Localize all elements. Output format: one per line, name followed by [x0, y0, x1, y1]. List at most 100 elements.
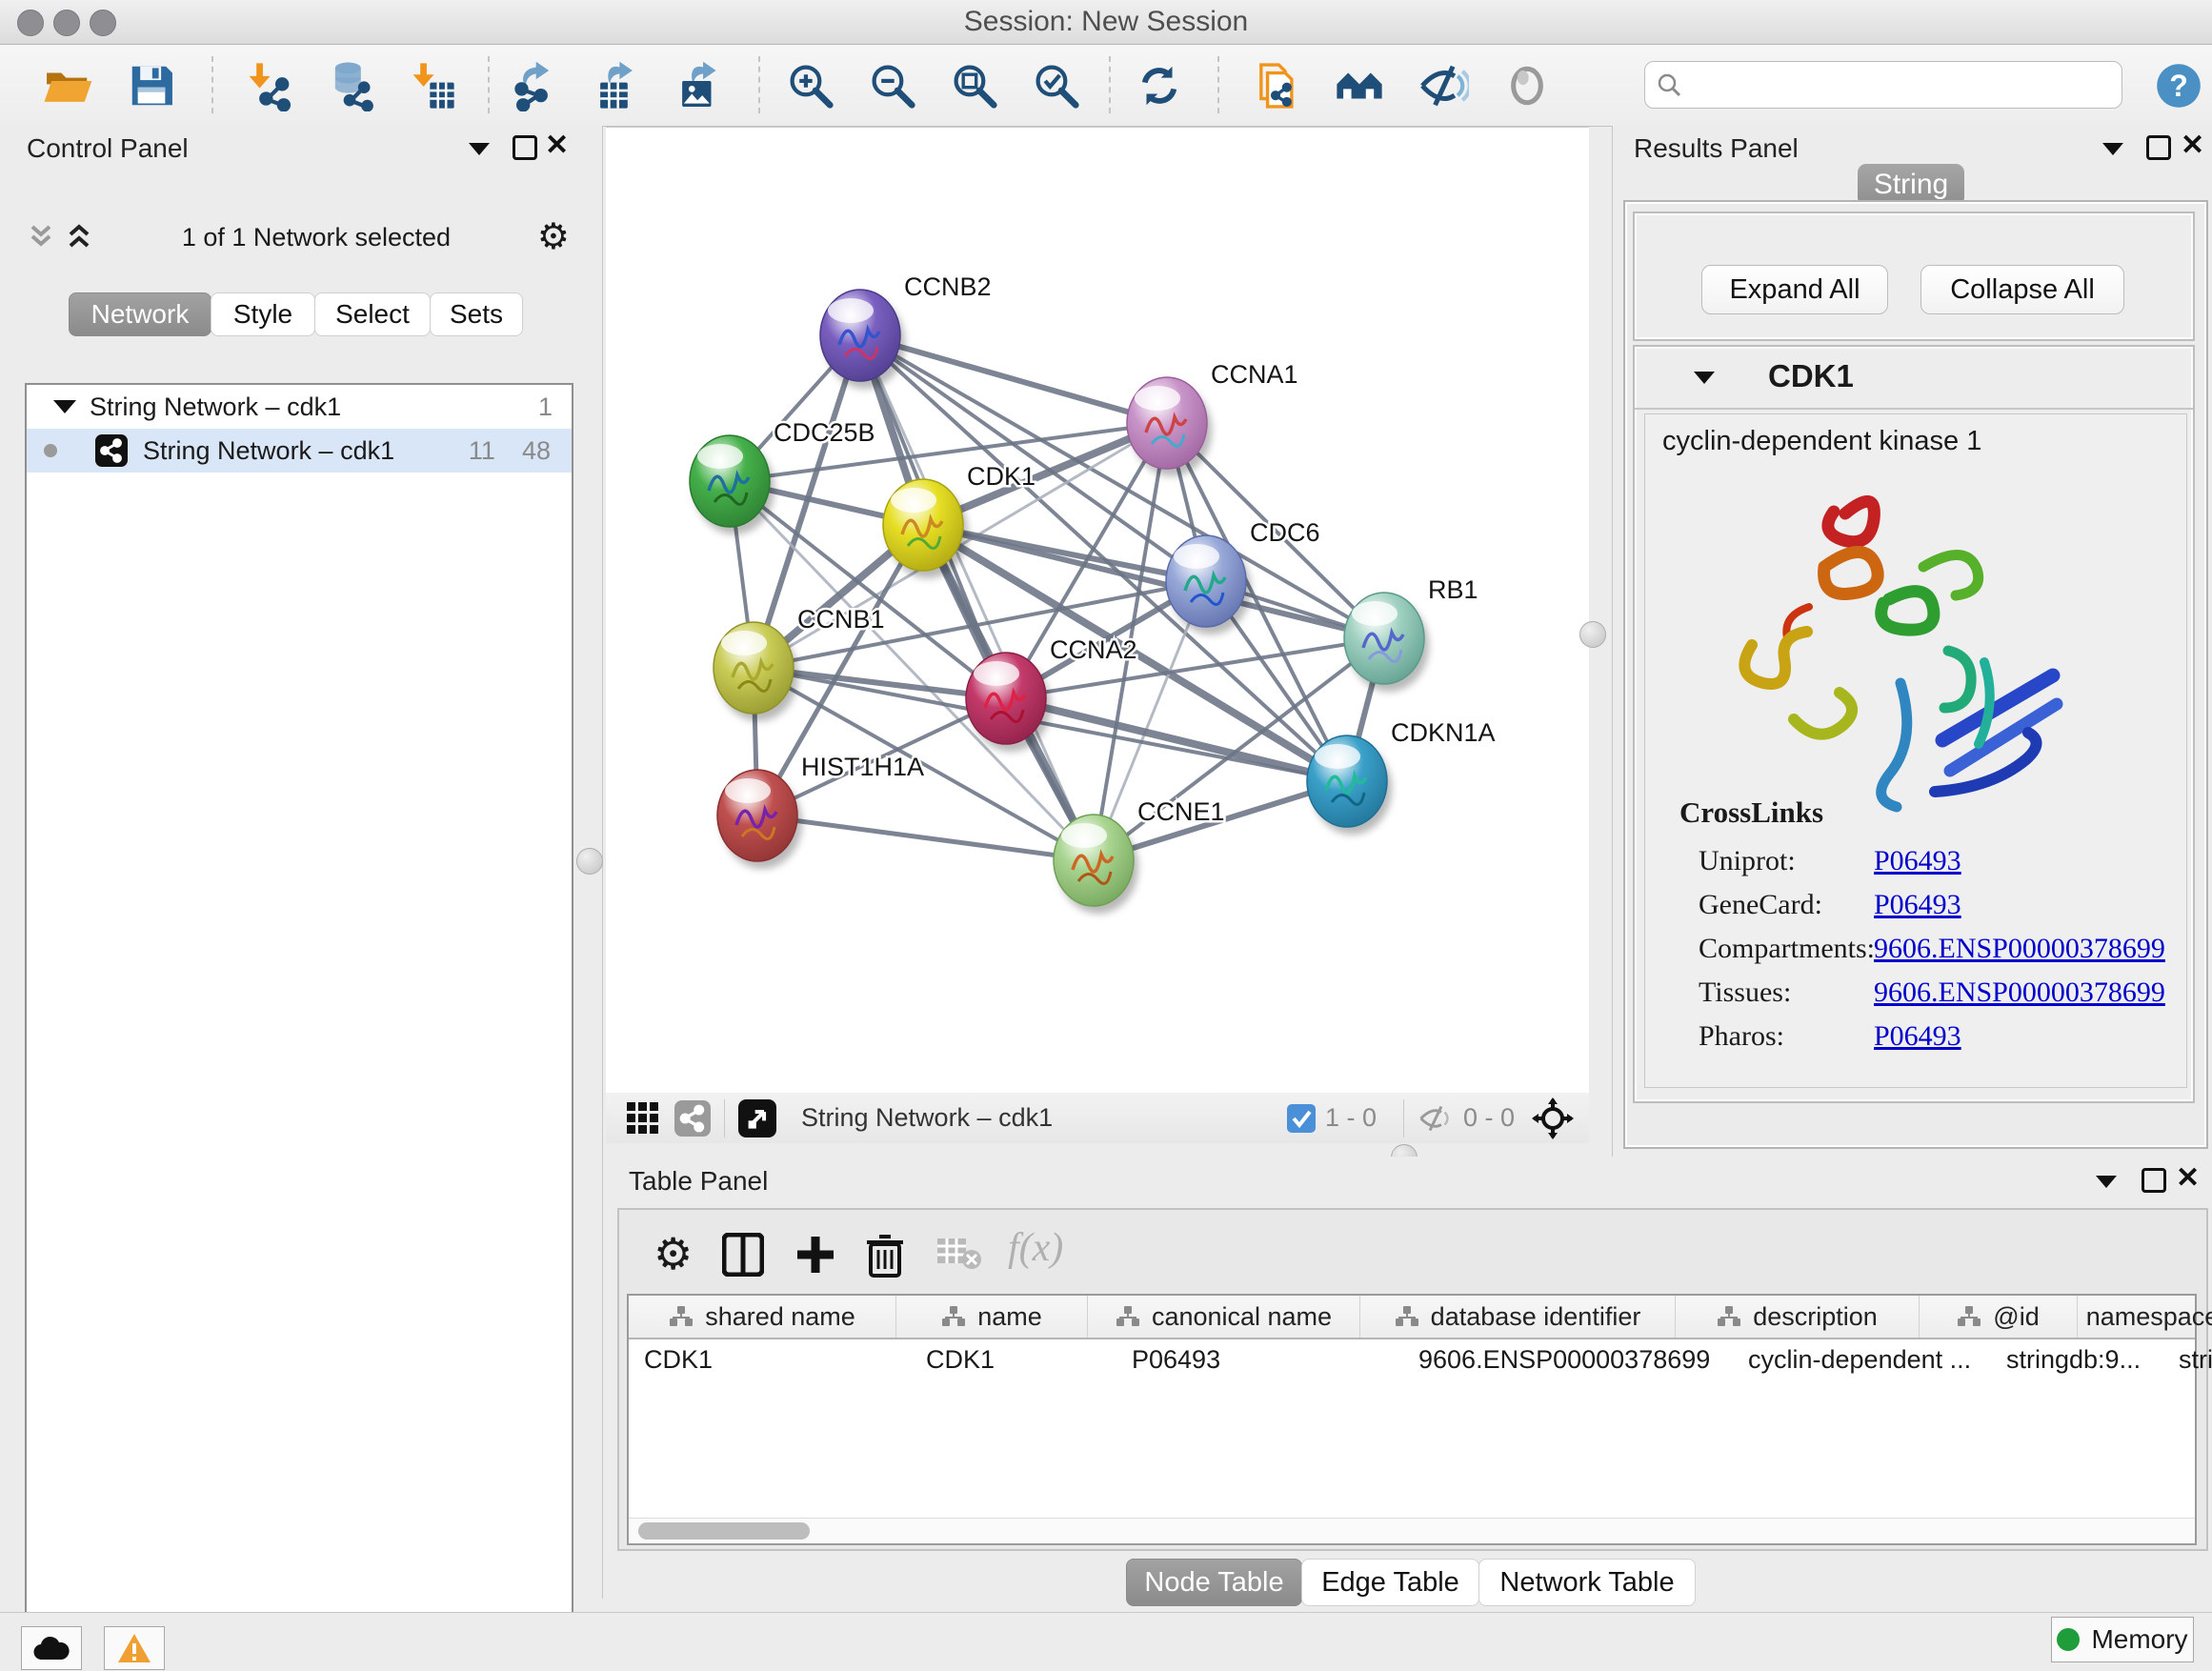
expand-all-chevrons-icon[interactable]	[25, 223, 57, 252]
network-edge[interactable]	[860, 335, 1094, 860]
left-splitter-handle[interactable]	[576, 848, 603, 875]
hide-selected-button[interactable]	[1416, 58, 1471, 113]
network-node-hist1h1a[interactable]: HIST1H1A	[717, 753, 924, 869]
column-header-namespace[interactable]: namespace	[2078, 1296, 2212, 1338]
column-header-name[interactable]: name	[896, 1296, 1088, 1338]
table-row[interactable]: CDK1CDK1P064939606.ENSP00000378699cyclin…	[629, 1339, 2195, 1379]
export-image-icon	[673, 60, 724, 111]
network-collection-row[interactable]: String Network – cdk1 1	[27, 385, 572, 429]
table-panel-float-icon[interactable]	[2142, 1168, 2166, 1193]
control-panel-float-icon[interactable]	[513, 135, 537, 160]
shared-column-icon	[1957, 1305, 1981, 1328]
table-panel-menu-icon[interactable]	[2096, 1176, 2117, 1188]
birds-eye-view-button[interactable]	[738, 1099, 776, 1137]
network-view-icon[interactable]	[674, 1100, 711, 1137]
table-cell[interactable]: stringdb:9...	[1991, 1339, 2163, 1379]
horizontal-scrollbar[interactable]	[629, 1518, 2195, 1543]
table-header-row[interactable]: shared namenamecanonical namedatabase id…	[629, 1296, 2195, 1339]
network-node-ccnb1[interactable]: CCNB1	[714, 605, 885, 721]
table-panel-close-icon[interactable]: ✕	[2176, 1166, 2200, 1191]
column-header-database-identifier[interactable]: database identifier	[1360, 1296, 1676, 1338]
export-network-button[interactable]	[507, 58, 562, 113]
show-columns-icon[interactable]	[722, 1233, 764, 1281]
expand-collapse-box: Expand All Collapse All	[1633, 211, 2195, 341]
search-input[interactable]	[1691, 70, 2112, 101]
import-network-from-database-button[interactable]	[322, 58, 377, 113]
tab-style[interactable]: Style	[211, 292, 315, 336]
help-button[interactable]: ?	[2151, 58, 2206, 113]
first-neighbors-button[interactable]	[1332, 58, 1387, 113]
grid-view-icon[interactable]	[627, 1102, 659, 1135]
scrollbar-thumb[interactable]	[638, 1522, 810, 1540]
table-gear-icon[interactable]: ⚙	[654, 1233, 693, 1275]
import-network-button[interactable]	[240, 58, 295, 113]
show-all-button[interactable]	[1499, 58, 1555, 113]
eye-slash-icon	[1418, 60, 1469, 111]
search-field[interactable]	[1644, 61, 2122, 109]
control-panel-close-icon[interactable]: ✕	[545, 133, 569, 158]
network-canvas[interactable]: CCNB2CCNA1CDC25BCDK1CDC6RB1CCNB1CCNA2HIS…	[606, 127, 1589, 1094]
network-node-ccnb2[interactable]: CCNB2	[820, 272, 992, 389]
tab-network[interactable]: Network	[69, 292, 211, 336]
table-cell[interactable]: 9606.ENSP00000378699	[1403, 1339, 1733, 1379]
crosslink-link[interactable]: 9606.ENSP00000378699	[1874, 976, 2165, 1009]
network-node-ccne1[interactable]: CCNE1	[1054, 797, 1225, 914]
network-node-rb1[interactable]: RB1	[1344, 575, 1478, 692]
warnings-button[interactable]	[104, 1626, 165, 1670]
export-table-button[interactable]	[589, 58, 644, 113]
export-image-button[interactable]	[671, 58, 726, 113]
tab-select[interactable]: Select	[314, 292, 431, 336]
tab-sets[interactable]: Sets	[430, 292, 523, 336]
cloud-button[interactable]	[21, 1626, 82, 1670]
import-table-button[interactable]	[404, 58, 459, 113]
crosslink-link[interactable]: P06493	[1874, 1020, 1961, 1053]
zoom-selected-button[interactable]	[1029, 58, 1084, 113]
network-node-ccna1[interactable]: CCNA1	[1127, 360, 1298, 476]
gene-collapse-icon[interactable]	[1694, 372, 1715, 384]
crosslink-link[interactable]: P06493	[1874, 889, 1961, 921]
selected-checkbox-icon[interactable]	[1287, 1104, 1316, 1133]
network-row[interactable]: String Network – cdk1 11 48	[27, 429, 572, 473]
tab-edge-table[interactable]: Edge Table	[1301, 1559, 1479, 1606]
pan-crosshair-icon[interactable]	[1532, 1097, 1574, 1139]
network-edge[interactable]	[757, 815, 1094, 860]
results-panel-close-icon[interactable]: ✕	[2181, 133, 2204, 158]
network-node-cdkn1a[interactable]: CDKN1A	[1307, 718, 1496, 835]
add-column-icon[interactable]	[794, 1233, 836, 1281]
column-header--id[interactable]: @id	[1920, 1296, 2078, 1338]
zoom-in-button[interactable]	[783, 58, 838, 113]
string-network-graph[interactable]: CCNB2CCNA1CDC25BCDK1CDC6RB1CCNB1CCNA2HIS…	[606, 128, 1589, 1093]
expand-all-button[interactable]: Expand All	[1701, 265, 1888, 314]
network-node-cdc25b[interactable]: CDC25B	[690, 418, 875, 534]
tab-node-table[interactable]: Node Table	[1126, 1559, 1302, 1606]
crosslink-link[interactable]: P06493	[1874, 845, 1961, 877]
table-cell[interactable]: cyclin-dependent ...	[1733, 1339, 1991, 1379]
save-session-button[interactable]	[124, 58, 179, 113]
table-cell[interactable]: P06493	[1116, 1339, 1403, 1379]
collapse-all-button[interactable]: Collapse All	[1920, 265, 2124, 314]
gene-card-header[interactable]: CDK1	[1635, 347, 2193, 410]
right-splitter-handle[interactable]	[1579, 621, 1606, 648]
collapse-all-chevrons-icon[interactable]	[63, 223, 95, 252]
memory-button[interactable]: Memory	[2051, 1617, 2194, 1662]
clone-network-button[interactable]	[1248, 58, 1303, 113]
zoom-out-button[interactable]	[865, 58, 920, 113]
hidden-eye-slash-icon[interactable]	[1418, 1104, 1454, 1133]
control-panel-menu-icon[interactable]	[469, 143, 490, 155]
zoom-fit-button[interactable]	[947, 58, 1002, 113]
delete-column-icon[interactable]	[865, 1233, 905, 1283]
open-session-button[interactable]	[40, 58, 95, 113]
results-panel-float-icon[interactable]	[2146, 135, 2171, 160]
crosslink-link[interactable]: 9606.ENSP00000378699	[1874, 933, 2165, 965]
column-header-shared-name[interactable]: shared name	[629, 1296, 896, 1338]
refresh-button[interactable]	[1132, 58, 1187, 113]
gear-icon[interactable]: ⚙	[537, 223, 570, 252]
column-header-description[interactable]: description	[1676, 1296, 1920, 1338]
table-cell[interactable]: stringdb	[2163, 1339, 2212, 1379]
table-cell[interactable]: CDK1	[911, 1339, 1116, 1379]
tab-network-table[interactable]: Network Table	[1478, 1559, 1696, 1606]
results-panel-menu-icon[interactable]	[2102, 143, 2123, 155]
collection-expander-icon[interactable]	[53, 400, 76, 413]
column-header-canonical-name[interactable]: canonical name	[1088, 1296, 1360, 1338]
table-cell[interactable]: CDK1	[629, 1339, 911, 1379]
